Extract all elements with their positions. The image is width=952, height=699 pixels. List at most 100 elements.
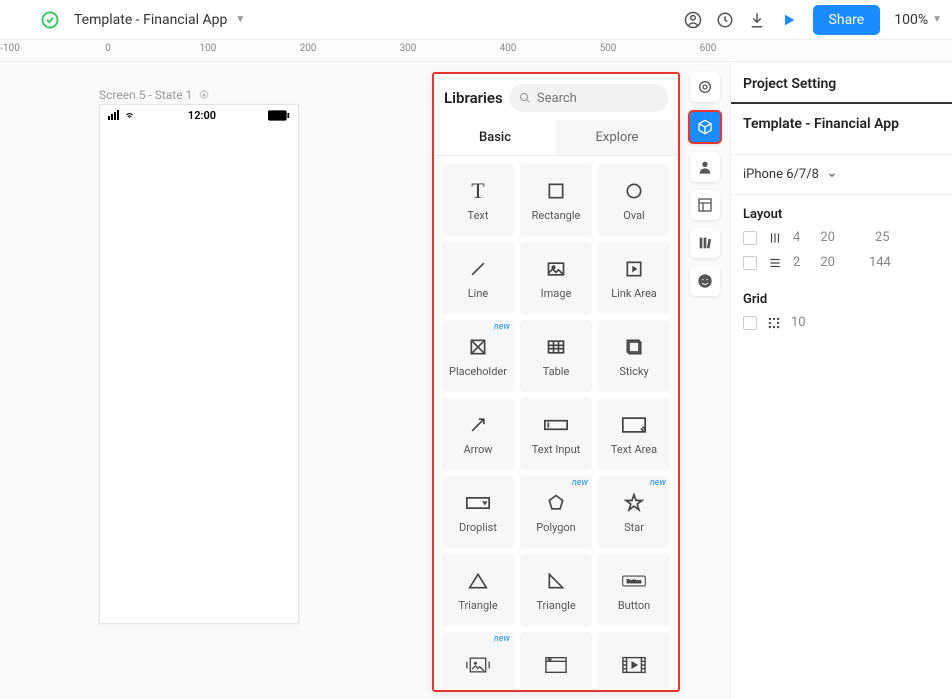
new-badge: new: [650, 478, 666, 488]
library-search[interactable]: [509, 84, 668, 112]
share-button[interactable]: Share: [813, 5, 881, 35]
layout-tool-icon[interactable]: [690, 190, 720, 220]
screen-name-label[interactable]: Screen 5 - State 1: [99, 88, 210, 102]
library-item-text-area[interactable]: Text Area: [598, 398, 670, 470]
library-item-button[interactable]: ButtonButton: [598, 554, 670, 626]
right-tool-rail: [688, 72, 722, 296]
layout-rows-checkbox[interactable]: [743, 256, 757, 270]
layout-columns-checkbox[interactable]: [743, 231, 757, 245]
library-item-line[interactable]: Line: [442, 242, 514, 314]
layout-val: 20: [820, 255, 835, 270]
grid-section-label: Grid: [731, 280, 952, 315]
target-tool-icon[interactable]: [690, 72, 720, 102]
sticky-icon: [622, 335, 646, 359]
wifi-icon: [123, 110, 136, 120]
ruler-tick: 500: [600, 43, 617, 54]
feedback-icon[interactable]: [690, 266, 720, 296]
library-item-label: Rectangle: [532, 209, 581, 222]
library-item-star[interactable]: new Star: [598, 476, 670, 548]
avatar-icon[interactable]: [677, 4, 709, 36]
rect-icon: [544, 179, 568, 203]
library-item-table[interactable]: Table: [520, 320, 592, 392]
text-icon: T: [466, 179, 490, 203]
placeholder-icon: [466, 335, 490, 359]
library-tabs: Basic Explore: [434, 120, 678, 156]
library-item-rectangle[interactable]: Rectangle: [520, 164, 592, 236]
arrow-icon: [466, 413, 490, 437]
library-item-label: Polygon: [536, 521, 575, 534]
components-tool-icon[interactable]: [688, 110, 722, 144]
library-item-label: Star: [624, 521, 644, 534]
grid-checkbox[interactable]: [743, 316, 757, 330]
library-item-carousel[interactable]: new: [442, 632, 514, 690]
library-item-image[interactable]: Image: [520, 242, 592, 314]
phone-artboard[interactable]: 12:00: [99, 104, 299, 624]
person-tool-icon[interactable]: [690, 152, 720, 182]
grid-value: 10: [791, 315, 806, 330]
layout-section-label: Layout: [731, 195, 952, 230]
library-item-label: Line: [468, 287, 489, 300]
layout-val: 144: [869, 255, 891, 270]
design-canvas[interactable]: Screen 5 - State 1 12:00 Libraries: [0, 62, 730, 699]
search-input[interactable]: [537, 91, 658, 106]
device-value: iPhone 6/7/8: [743, 167, 819, 182]
oval-icon: [622, 179, 646, 203]
library-item-droplist[interactable]: Droplist: [442, 476, 514, 548]
zoom-dropdown-icon[interactable]: ▼: [932, 14, 942, 25]
rtriangle-icon: [544, 569, 568, 593]
libraries-panel: Libraries Basic Explore TText Rectangle Ov…: [432, 72, 680, 692]
library-item-arrow[interactable]: Arrow: [442, 398, 514, 470]
tab-basic[interactable]: Basic: [434, 120, 556, 155]
library-item-browser[interactable]: [520, 632, 592, 690]
library-item-polygon[interactable]: newPolygon: [520, 476, 592, 548]
polygon-icon: [544, 491, 568, 515]
textarea-icon: [622, 413, 646, 437]
button-icon: Button: [622, 569, 646, 593]
library-item-text-input[interactable]: Text Input: [520, 398, 592, 470]
grid-icon: [767, 316, 781, 330]
library-item-label: Sticky: [619, 365, 648, 378]
top-toolbar: Template - Financial App ▼ Share 100% ▼: [0, 0, 952, 40]
library-item-text[interactable]: TText: [442, 164, 514, 236]
play-icon[interactable]: [773, 4, 805, 36]
new-badge: new: [494, 322, 510, 332]
title-dropdown-icon[interactable]: ▼: [235, 14, 245, 25]
library-item-link-area[interactable]: Link Area: [598, 242, 670, 314]
gear-icon[interactable]: [198, 89, 210, 101]
ruler-tick: 400: [500, 43, 517, 54]
triangle-icon: [466, 569, 490, 593]
search-icon: [519, 91, 531, 105]
inspector-heading: Project Setting: [731, 62, 952, 104]
library-item-triangle[interactable]: Triangle: [442, 554, 514, 626]
browser-icon: [544, 653, 568, 677]
chevron-down-icon: [827, 170, 837, 180]
library-item-placeholder[interactable]: newPlaceholder: [442, 320, 514, 392]
phone-time: 12:00: [188, 109, 216, 122]
library-item-sticky[interactable]: Sticky: [598, 320, 670, 392]
library-tool-icon[interactable]: [690, 228, 720, 258]
textinput-icon: [544, 413, 568, 437]
device-select[interactable]: iPhone 6/7/8: [743, 167, 940, 182]
battery-icon: [268, 110, 290, 121]
inspector-panel: Project Setting Template - Financial App…: [730, 62, 952, 699]
tab-explore[interactable]: Explore: [556, 120, 678, 155]
layout-val: 2: [793, 255, 800, 270]
zoom-level[interactable]: 100%: [894, 12, 928, 28]
droplist-icon: [466, 491, 490, 515]
layout-val: 25: [875, 230, 890, 245]
download-icon[interactable]: [741, 4, 773, 36]
horizontal-ruler: -100 0 100 200 300 400 500 600: [0, 40, 952, 62]
libraries-title: Libraries: [444, 89, 503, 107]
library-item-label: Triangle: [536, 599, 575, 612]
library-item-triangle[interactable]: Triangle: [520, 554, 592, 626]
linkarea-icon: [622, 257, 646, 281]
history-icon[interactable]: [709, 4, 741, 36]
rows-icon: [767, 256, 783, 270]
library-grid: TTextRectangleOvalLineImageLink AreanewP…: [434, 156, 678, 690]
library-item-oval[interactable]: Oval: [598, 164, 670, 236]
library-item-video[interactable]: [598, 632, 670, 690]
ruler-tick: 200: [300, 43, 317, 54]
library-item-label: Text Area: [611, 443, 657, 456]
project-title[interactable]: Template - Financial App: [74, 12, 227, 28]
library-item-label: Link Area: [611, 287, 657, 300]
